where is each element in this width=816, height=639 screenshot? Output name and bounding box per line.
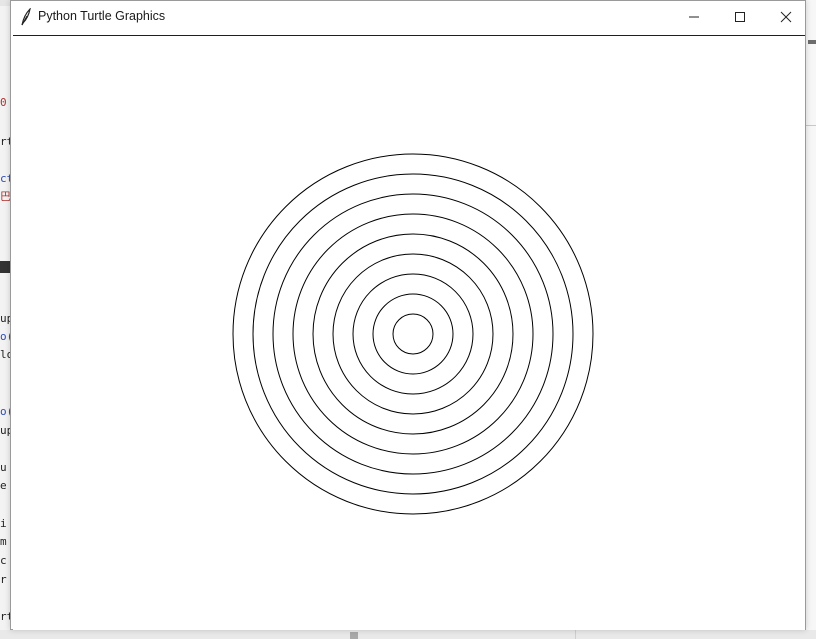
code-fragment: 巴: [0, 191, 10, 203]
code-fragment: ct: [0, 173, 10, 185]
concentric-circle-2: [372, 293, 454, 375]
code-fragment: i: [0, 518, 7, 530]
background-bottom-bar: [0, 630, 816, 639]
code-fragment: e: [0, 480, 7, 492]
concentric-circle-6: [292, 213, 534, 455]
feather-icon: [18, 7, 34, 26]
maximize-button[interactable]: [717, 1, 763, 33]
close-icon: [780, 11, 792, 23]
turtle-window: Python Turtle Graphics: [10, 0, 806, 630]
code-fragment: up: [0, 425, 10, 437]
code-fragment: 0: [0, 97, 7, 109]
code-fragment: lo: [0, 349, 10, 361]
concentric-circle-4: [332, 253, 494, 415]
code-fragment: rt: [0, 611, 10, 623]
close-button[interactable]: [763, 1, 809, 33]
maximize-icon: [734, 11, 746, 23]
minimize-icon: [688, 11, 700, 23]
code-fragment: up: [0, 313, 10, 325]
concentric-circle-1: [392, 313, 434, 355]
concentric-circle-5: [312, 233, 514, 435]
code-fragment: rt: [0, 136, 10, 148]
code-fragment: o(: [0, 331, 10, 343]
drawing-area: [232, 153, 594, 515]
minimize-button[interactable]: [671, 1, 717, 33]
concentric-circle-3: [352, 273, 474, 395]
background-divider: [806, 125, 816, 126]
code-fragment: u: [0, 462, 7, 474]
background-right-panel: [806, 0, 816, 639]
background-bottom-divider: [575, 630, 576, 639]
code-fragment: m: [0, 536, 7, 548]
concentric-circle-7: [272, 193, 554, 475]
turtle-canvas[interactable]: [13, 35, 805, 630]
concentric-circle-9: [232, 153, 594, 515]
concentric-circle-8: [252, 173, 574, 495]
code-line-highlight: [0, 261, 10, 273]
code-fragment: r: [0, 574, 7, 586]
code-fragment: c: [0, 555, 7, 567]
background-scroll-thumb[interactable]: [808, 40, 816, 44]
title-bar[interactable]: Python Turtle Graphics: [11, 1, 805, 33]
window-title: Python Turtle Graphics: [38, 9, 166, 23]
code-fragment: o(: [0, 406, 10, 418]
background-bottom-scroll[interactable]: [350, 632, 358, 639]
